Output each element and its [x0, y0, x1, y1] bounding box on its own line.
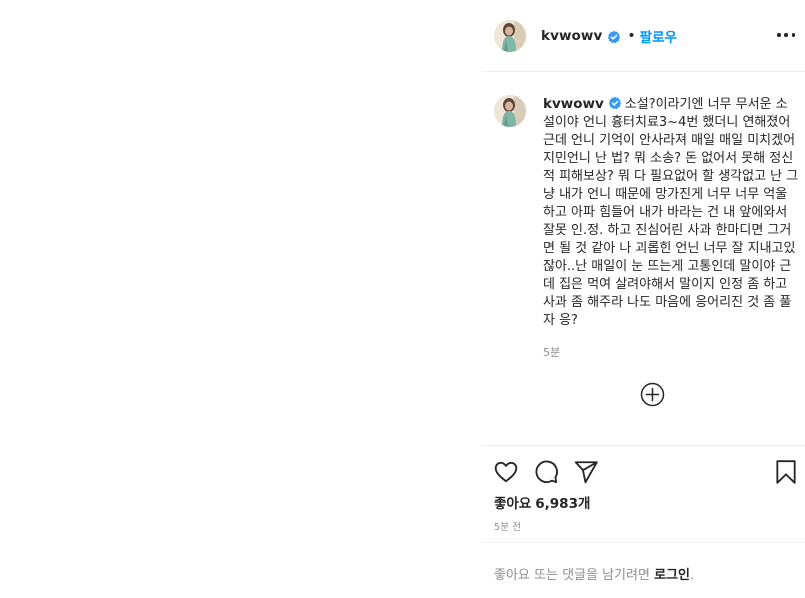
- post-side-panel: kvwowv • 팔로우 kvwowv 소설?이라기엔 너무 무서운 소설이야 …: [482, 0, 805, 598]
- caption-text-block: kvwowv 소설?이라기엔 너무 무서운 소설이야 언니 흉터치료3~4번 했더…: [543, 95, 799, 330]
- avatar[interactable]: [494, 20, 526, 52]
- login-link[interactable]: 로그인: [654, 568, 690, 583]
- heart-icon[interactable]: [493, 459, 519, 485]
- caption-area: kvwowv 소설?이라기엔 너무 무서운 소설이야 언니 흉터치료3~4번 했더…: [482, 72, 805, 446]
- action-bar: [482, 447, 805, 495]
- more-options-icon[interactable]: [777, 26, 795, 44]
- likes-count[interactable]: 좋아요 6,983개: [494, 492, 590, 512]
- post-media-area: [0, 0, 482, 598]
- caption-text: 소설?이라기엔 너무 무서운 소설이야 언니 흉터치료3~4번 했더니 연해졌어…: [543, 97, 799, 328]
- caption-username-link[interactable]: kvwowv: [543, 96, 604, 112]
- likes-number: 6,983개: [535, 496, 591, 512]
- paper-plane-icon[interactable]: [573, 459, 599, 485]
- plus-circle-icon[interactable]: [640, 382, 665, 407]
- post-date: 5분 전: [494, 522, 522, 533]
- separator-dot: •: [627, 28, 636, 44]
- follow-button[interactable]: 팔로우: [640, 26, 677, 46]
- verified-badge-icon: [607, 29, 621, 44]
- verified-badge-icon: [608, 96, 622, 110]
- post-header: kvwowv • 팔로우: [482, 0, 805, 72]
- username-link[interactable]: kvwowv: [541, 28, 602, 44]
- login-suffix: .: [689, 568, 695, 583]
- caption-timestamp: 5분: [543, 346, 561, 359]
- login-prompt: 좋아요 또는 댓글을 남기려면 로그인.: [494, 564, 694, 583]
- likes-label: 좋아요: [494, 496, 532, 512]
- comment-icon[interactable]: [533, 459, 559, 485]
- login-prompt-row: 좋아요 또는 댓글을 남기려면 로그인.: [482, 542, 805, 598]
- header-user-row: kvwowv • 팔로우: [541, 26, 677, 46]
- bookmark-icon[interactable]: [773, 459, 799, 485]
- login-prompt-text: 좋아요 또는 댓글을 남기려면: [494, 568, 655, 583]
- avatar[interactable]: [494, 95, 526, 127]
